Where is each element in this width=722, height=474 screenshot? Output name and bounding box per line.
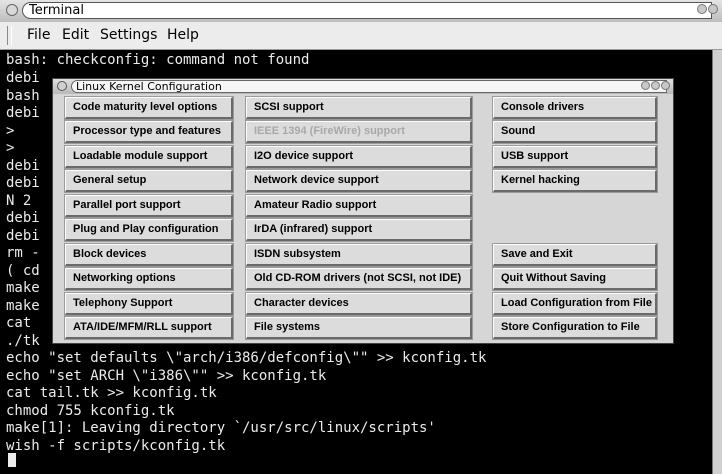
character-devices-button[interactable]: Character devices <box>245 292 473 316</box>
networking-options-button[interactable]: Networking options <box>64 267 234 291</box>
menubar-grip-icon[interactable] <box>7 26 12 45</box>
window-buttons <box>697 4 718 14</box>
terminal-line: rm - <box>6 245 40 261</box>
dialog-menu-icon[interactable] <box>57 81 67 91</box>
terminal-line: echo "set ARCH \"i386\"" >> kconfig.tk <box>6 368 327 384</box>
maximize-icon[interactable] <box>651 81 660 90</box>
save-and-exit-button[interactable]: Save and Exit <box>492 243 658 267</box>
kernel-hacking-button[interactable]: Kernel hacking <box>492 169 658 193</box>
terminal-line: debi <box>6 70 40 86</box>
dialog-title: Linux Kernel Configuration <box>71 80 667 93</box>
minimize-icon[interactable] <box>697 4 707 14</box>
menu-settings[interactable]: Settings <box>100 27 157 44</box>
load-config-button[interactable]: Load Configuration from File <box>492 292 658 316</box>
close-icon[interactable] <box>661 81 670 90</box>
menu-file[interactable]: File <box>27 27 50 44</box>
minimize-icon[interactable] <box>641 81 650 90</box>
terminal-line: ( cd <box>6 263 40 279</box>
telephony-support-button[interactable]: Telephony Support <box>64 292 234 316</box>
amateur-radio-button[interactable]: Amateur Radio support <box>245 194 473 218</box>
i2o-device-button[interactable]: I2O device support <box>245 145 473 169</box>
code-maturity-button[interactable]: Code maturity level options <box>64 96 234 120</box>
ieee1394-support-button: IEEE 1394 (FireWire) support <box>245 120 473 144</box>
terminal-line: cat <box>6 315 32 331</box>
terminal-line: make[1]: Leaving directory `/usr/src/lin… <box>6 420 436 436</box>
terminal-line: make <box>6 280 40 296</box>
isdn-subsystem-button[interactable]: ISDN subsystem <box>245 243 473 267</box>
usb-support-button[interactable]: USB support <box>492 145 658 169</box>
general-setup-button[interactable]: General setup <box>64 169 234 193</box>
dialog-window-buttons <box>641 81 670 90</box>
terminal-line: debi <box>6 228 40 244</box>
window-menu-icon[interactable] <box>6 4 18 16</box>
terminal-line: ./tk <box>6 333 40 349</box>
terminal-line: N 2 <box>6 193 32 209</box>
menu-help[interactable]: Help <box>167 27 199 44</box>
terminal-line: echo "set defaults \"arch/i386/defconfig… <box>6 350 487 366</box>
ata-ide-support-button[interactable]: ATA/IDE/MFM/RLL support <box>64 316 234 340</box>
maximize-icon[interactable] <box>708 4 718 14</box>
sound-button[interactable]: Sound <box>492 120 658 144</box>
processor-type-button[interactable]: Processor type and features <box>64 120 234 144</box>
terminal-line: cat tail.tk >> kconfig.tk <box>6 385 217 401</box>
terminal-line: wish -f scripts/kconfig.tk <box>6 438 226 454</box>
store-config-button[interactable]: Store Configuration to File <box>492 316 658 340</box>
console-drivers-button[interactable]: Console drivers <box>492 96 658 120</box>
network-device-button[interactable]: Network device support <box>245 169 473 193</box>
dialog-titlebar[interactable]: Linux Kernel Configuration <box>53 79 673 94</box>
terminal-line: chmod 755 kconfig.tk <box>6 403 175 419</box>
terminal-line: debi <box>6 158 40 174</box>
file-systems-button[interactable]: File systems <box>245 316 473 340</box>
parallel-port-button[interactable]: Parallel port support <box>64 194 234 218</box>
terminal-scrollbar[interactable] <box>712 50 722 474</box>
terminal-line: make <box>6 298 40 314</box>
terminal-line: bash <box>6 88 40 104</box>
terminal-line: bash: checkconfig: command not found <box>6 52 310 68</box>
text-cursor <box>8 453 16 467</box>
block-devices-button[interactable]: Block devices <box>64 243 234 267</box>
loadable-module-button[interactable]: Loadable module support <box>64 145 234 169</box>
terminal-line: debi <box>6 210 40 226</box>
terminal-line: debi <box>6 175 40 191</box>
terminal-line: > <box>6 123 15 139</box>
old-cdrom-drivers-button[interactable]: Old CD-ROM drivers (not SCSI, not IDE) <box>245 267 473 291</box>
terminal-menubar: File Edit Settings Help <box>0 22 722 50</box>
irda-support-button[interactable]: IrDA (infrared) support <box>245 218 473 242</box>
quit-without-saving-button[interactable]: Quit Without Saving <box>492 267 658 291</box>
terminal-line: debi <box>6 105 40 121</box>
menu-edit[interactable]: Edit <box>62 27 89 44</box>
plug-and-play-button[interactable]: Plug and Play configuration <box>64 218 234 242</box>
terminal-line: > <box>6 140 15 156</box>
scsi-support-button[interactable]: SCSI support <box>245 96 473 120</box>
kernel-config-dialog: Linux Kernel Configuration Code maturity… <box>52 78 674 344</box>
terminal-titlebar[interactable]: Terminal <box>0 0 722 23</box>
terminal-title: Terminal <box>22 2 712 19</box>
